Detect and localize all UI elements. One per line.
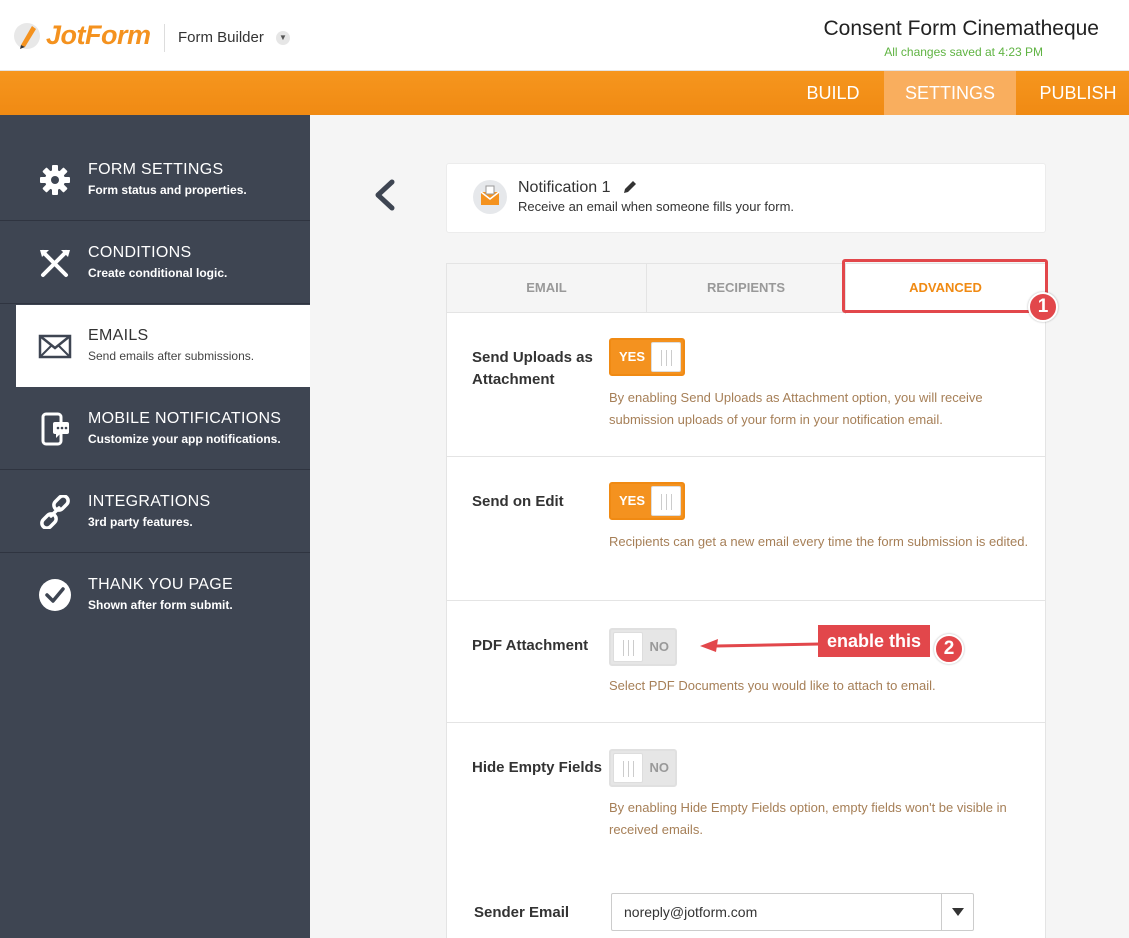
notification-settings-panel: EMAIL RECIPIENTS ADVANCED Send Uploads a… — [446, 263, 1046, 938]
header-divider — [164, 24, 165, 52]
annotation-highlight-box — [842, 259, 1048, 313]
notification-title[interactable]: Notification 1 — [518, 179, 611, 197]
save-status: All changes saved at 4:23 PM — [884, 45, 1043, 59]
gear-icon — [40, 165, 70, 195]
pdf-attachment-toggle[interactable]: NO — [609, 628, 677, 666]
settings-sidebar: FORM SETTINGS Form status and properties… — [0, 115, 310, 938]
sidebar-item-title: EMAILS — [88, 327, 149, 344]
toggle-state-label: YES — [619, 493, 646, 508]
sender-email-select[interactable]: noreply@jotform.com — [611, 893, 974, 931]
toggle-knob — [651, 486, 681, 516]
back-chevron-icon[interactable] — [370, 178, 400, 212]
mobile-icon — [41, 412, 69, 446]
main-nav-bar: BUILD SETTINGS PUBLISH — [0, 71, 1129, 115]
notification-header-card: Notification 1 Receive an email when som… — [446, 163, 1046, 233]
sender-email-label: Sender Email — [474, 904, 570, 921]
sidebar-item-desc: Shown after form submit. — [88, 598, 233, 612]
setting-label: Send Uploads as Attachment — [472, 349, 593, 388]
setting-row-hide-empty-fields: Hide Empty Fields NO By enabling Hide Em… — [447, 723, 1045, 863]
sidebar-item-desc: Send emails after submissions. — [88, 349, 255, 363]
setting-label: PDF Attachment — [472, 637, 589, 654]
sender-email-value: noreply@jotform.com — [624, 904, 758, 920]
check-circle-icon — [39, 579, 71, 611]
sidebar-item-mobile-notifications[interactable]: MOBILE NOTIFICATIONS Customize your app … — [0, 388, 310, 470]
toggle-state-label: YES — [619, 349, 646, 364]
sidebar-item-integrations[interactable]: INTEGRATIONS 3rd party features. — [0, 471, 310, 553]
pencil-icon[interactable] — [622, 179, 638, 195]
sidebar-item-emails[interactable]: EMAILS Send emails after submissions. — [16, 305, 310, 387]
sidebar-item-title: CONDITIONS — [88, 244, 192, 261]
conditions-icon — [40, 250, 70, 277]
setting-help-text: Select PDF Documents you would like to a… — [609, 678, 936, 693]
sidebar-item-desc: Create conditional logic. — [88, 266, 228, 280]
send-on-edit-toggle[interactable]: YES — [609, 482, 685, 520]
form-title[interactable]: Consent Form Cinematheque — [824, 17, 1099, 41]
annotation-arrow — [700, 639, 821, 652]
notification-description: Receive an email when someone fills your… — [518, 199, 795, 214]
sidebar-item-desc: 3rd party features. — [88, 515, 193, 529]
hide-empty-fields-toggle[interactable]: NO — [609, 749, 677, 787]
sidebar-item-form-settings[interactable]: FORM SETTINGS Form status and properties… — [0, 139, 310, 221]
notification-icon — [473, 180, 507, 214]
top-header: JotForm Form Builder ▼ Consent Form Cine… — [0, 0, 1129, 71]
setting-row-sender-email: Sender Email noreply@jotform.com — [447, 863, 1045, 938]
setting-help-text: By enabling Send Uploads as Attachment o… — [609, 390, 983, 427]
toggle-state-label: NO — [649, 760, 670, 775]
form-builder-label[interactable]: Form Builder — [178, 29, 264, 46]
annotation-badge-1: 1 — [1028, 292, 1058, 322]
tab-recipients[interactable]: RECIPIENTS — [646, 264, 845, 313]
sidebar-item-desc: Customize your app notifications. — [88, 432, 281, 446]
chevron-down-icon[interactable]: ▼ — [276, 31, 290, 45]
sidebar-item-desc: Form status and properties. — [88, 183, 247, 197]
jotform-logo-icon — [14, 22, 40, 49]
setting-help-text: By enabling Hide Empty Fields option, em… — [609, 800, 1007, 837]
setting-row-send-on-edit: Send on Edit YES Recipients can get a ne… — [447, 457, 1045, 601]
tab-build[interactable]: BUILD — [784, 71, 882, 115]
toggle-knob — [613, 632, 643, 662]
sidebar-item-title: MOBILE NOTIFICATIONS — [88, 410, 282, 427]
jotform-logo[interactable]: JotForm — [12, 20, 151, 51]
toggle-state-label: NO — [649, 639, 670, 654]
sidebar-item-conditions[interactable]: CONDITIONS Create conditional logic. — [0, 222, 310, 304]
dropdown-arrow-icon[interactable] — [941, 894, 973, 930]
tab-email[interactable]: EMAIL — [447, 264, 646, 313]
link-icon — [40, 495, 70, 529]
toggle-knob — [651, 342, 681, 372]
sidebar-item-title: INTEGRATIONS — [88, 493, 211, 510]
tab-publish[interactable]: PUBLISH — [1018, 71, 1129, 115]
setting-row-send-uploads: Send Uploads as Attachment YES By enabli… — [447, 313, 1045, 457]
toggle-knob — [613, 753, 643, 783]
send-uploads-toggle[interactable]: YES — [609, 338, 685, 376]
sidebar-item-thank-you-page[interactable]: THANK YOU PAGE Shown after form submit. — [0, 554, 310, 636]
annotation-badge-2: 2 — [934, 634, 964, 664]
envelope-icon — [38, 334, 72, 359]
setting-label: Send on Edit — [472, 493, 564, 510]
setting-help-text: Recipients can get a new email every tim… — [609, 534, 1029, 549]
sidebar-item-title: THANK YOU PAGE — [88, 576, 233, 593]
annotation-callout: enable this — [818, 625, 931, 657]
setting-label: Hide Empty Fields — [472, 759, 603, 776]
sidebar-item-title: FORM SETTINGS — [88, 161, 224, 178]
logo-text: JotForm — [46, 20, 151, 50]
tab-settings[interactable]: SETTINGS — [884, 71, 1016, 115]
